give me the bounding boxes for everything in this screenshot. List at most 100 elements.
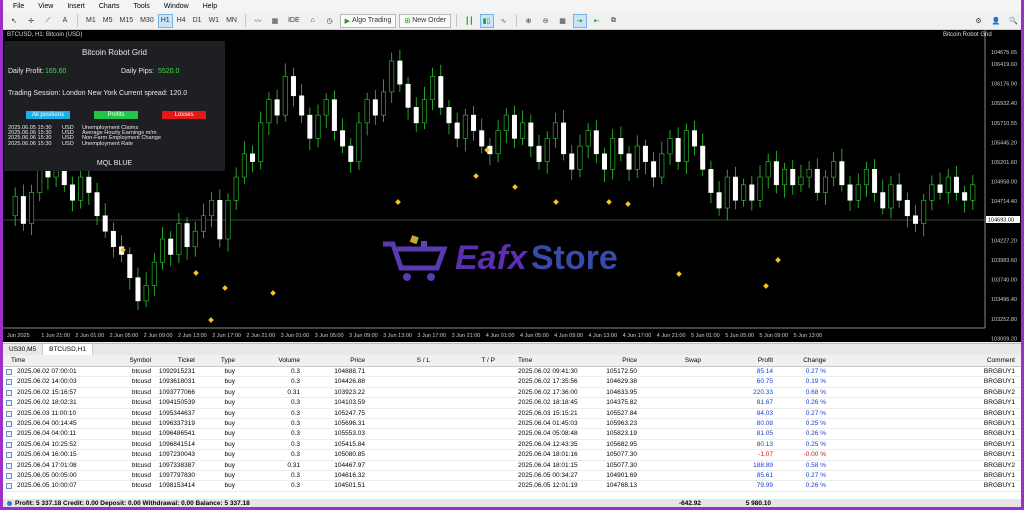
table-row[interactable]: 2025.06.02 18:02:31 btcusd 1094150539 buy 0.… — [3, 398, 1021, 409]
header-swap[interactable]: Swap — [663, 357, 701, 364]
time-tick-label: 5 Jun 05:00 — [725, 333, 754, 339]
menu-file[interactable]: File — [13, 3, 24, 10]
candle-body — [299, 95, 305, 116]
candle-body — [544, 138, 550, 162]
screenshot-icon[interactable]: ⧉ — [607, 14, 621, 28]
template-icon[interactable]: ▦ — [268, 14, 282, 28]
losses-button[interactable]: Losses — [162, 111, 206, 119]
trade-marker — [763, 283, 769, 289]
line-tool-icon[interactable]: ⟋ — [41, 14, 55, 28]
cell-ticket: 1097230043 — [158, 451, 195, 459]
candle-body — [798, 176, 804, 186]
header-price[interactable]: Price — [323, 357, 365, 364]
table-row[interactable]: 2025.06.04 04:00:11 btcusd 1096486541 buy 0.… — [3, 429, 1021, 440]
daily-profit-value: 165.60 — [45, 68, 67, 75]
line-chart-icon[interactable]: ∿ — [497, 14, 511, 28]
header-sl[interactable]: S / L — [398, 357, 430, 364]
header-ticket[interactable]: Ticket — [153, 357, 195, 364]
candle-chart-icon[interactable]: ▮▯ — [479, 13, 494, 28]
timeframe-w1[interactable]: W1 — [206, 14, 223, 28]
candle-body — [413, 107, 419, 124]
menu-help[interactable]: Help — [203, 3, 217, 10]
header-price2[interactable]: Price — [595, 357, 637, 364]
trade-marker — [222, 285, 228, 291]
menu-charts[interactable]: Charts — [99, 3, 120, 10]
search-icon[interactable]: 🔍 — [1006, 14, 1021, 28]
table-row[interactable]: 2025.06.05 10:00:07 btcusd 1098153414 buy 0.… — [3, 481, 1021, 492]
indicator-icon[interactable]: 〰 — [251, 14, 265, 28]
candle-body — [266, 99, 272, 124]
cell-change: -0.00 % — [803, 451, 826, 459]
candle-body — [577, 145, 583, 170]
table-row[interactable]: 2025.06.04 17:01:08 btcusd 1097338387 buy 0.… — [3, 461, 1021, 471]
table-row[interactable]: 2025.06.04 16:00:15 btcusd 1097230043 buy 0.… — [3, 450, 1021, 461]
signals-icon[interactable]: ◷ — [323, 14, 337, 28]
timeframe-m30[interactable]: M30 — [137, 14, 157, 28]
timeframe-m5[interactable]: M5 — [100, 14, 116, 28]
header-change[interactable]: Change — [793, 357, 826, 364]
candle-body — [782, 169, 788, 186]
candle-body — [258, 122, 264, 162]
candle-body — [438, 76, 444, 108]
header-comment[interactable]: Comment — [973, 357, 1015, 364]
candle-body — [773, 161, 779, 186]
chart-shift-icon[interactable]: ⇤ — [590, 14, 604, 28]
trade-marker — [208, 317, 214, 323]
timeframe-h4[interactable]: H4 — [174, 14, 189, 28]
candle-body — [225, 199, 231, 240]
timeframe-h1[interactable]: H1 — [157, 13, 173, 28]
home-icon[interactable]: ⌂ — [306, 14, 320, 28]
menu-window[interactable]: Window — [164, 3, 189, 10]
history-table: Time Symbol Ticket Type Volume Price S / L T / … — [3, 356, 1021, 499]
bar-chart-icon[interactable]: ┃┃ — [462, 14, 476, 28]
profits-button[interactable]: Profits — [94, 111, 138, 119]
table-row[interactable]: 2025.06.04 10:25:52 btcusd 1096841514 buy 0.… — [3, 440, 1021, 451]
chart-title: BTCUSD, H1: Bitcoin (USD) — [7, 32, 83, 38]
menu-tools[interactable]: Tools — [133, 3, 149, 10]
menu-insert[interactable]: Insert — [67, 3, 85, 10]
chart-tab[interactable]: BTCUSD,H1 — [43, 344, 93, 355]
cell-change: 0.26 % — [805, 482, 826, 490]
account-icon[interactable]: 👤 — [989, 14, 1004, 28]
crosshair-icon[interactable]: ✛ — [24, 14, 38, 28]
table-row[interactable]: 2025.06.05 00:05:00 btcusd 1097797830 buy 0.… — [3, 471, 1021, 482]
header-time2[interactable]: Time — [518, 357, 598, 364]
menu-view[interactable]: View — [38, 3, 53, 10]
header-type[interactable]: Type — [203, 357, 235, 364]
ide-button[interactable]: IDE — [285, 14, 303, 28]
grid-icon[interactable]: ▦ — [556, 14, 570, 28]
candle-body — [430, 76, 436, 100]
zoom-out-icon[interactable]: ⊖ — [539, 14, 553, 28]
algo-trading-button[interactable]: ▶ Algo Trading — [339, 13, 397, 28]
timeframe-m15[interactable]: M15 — [116, 14, 136, 28]
header-profit[interactable]: Profit — [743, 357, 773, 364]
candle-body — [78, 176, 84, 201]
all-positions-button[interactable]: All positions — [26, 111, 70, 119]
header-symbol[interactable]: Symbol — [103, 357, 151, 364]
cell-volume: 0.3 — [290, 419, 300, 427]
header-time[interactable]: Time — [11, 357, 91, 364]
table-row[interactable]: 2025.06.03 11:00:10 btcusd 1095344637 buy 0.… — [3, 409, 1021, 419]
table-row[interactable]: 2025.06.02 15:16:57 btcusd 1093777066 buy 0.… — [3, 388, 1021, 399]
timeframe-m1[interactable]: M1 — [83, 14, 99, 28]
play-icon: ▶ — [344, 17, 351, 25]
table-row[interactable]: 2025.06.04 00:14:45 btcusd 1096337319 buy 0.… — [3, 419, 1021, 430]
price-chart[interactable]: 104675.65 106419.60 106176.00 105932.40 1057… — [3, 30, 1021, 342]
cell-profit: 188.89 — [753, 461, 773, 469]
table-row[interactable]: 2025.06.02 07:00:01 btcusd 1092915231 buy 0.… — [3, 367, 1021, 378]
cell-change: 0.19 % — [805, 378, 826, 386]
header-tp[interactable]: T / P — [463, 357, 495, 364]
timeframe-mn[interactable]: MN — [223, 14, 240, 28]
table-row[interactable]: 2025.06.02 14:00:03 btcusd 1093618031 buy 0.… — [3, 377, 1021, 388]
header-volume[interactable]: Volume — [258, 357, 300, 364]
cell-time2: 2025.06.03 15:15:21 — [518, 409, 578, 417]
chart-tab[interactable]: US30,M5 — [3, 344, 44, 355]
timeframe-d1[interactable]: D1 — [190, 14, 205, 28]
new-order-button[interactable]: ⊞ New Order — [399, 13, 452, 28]
time-tick-label: 3 Jun 01:00 — [281, 333, 310, 339]
zoom-in-icon[interactable]: ⊕ — [522, 14, 536, 28]
text-tool-icon[interactable]: A — [58, 14, 72, 28]
autoscroll-icon[interactable]: ⇥ — [572, 13, 587, 28]
cursor-icon[interactable]: ↖ — [7, 14, 21, 28]
settings-icon[interactable]: ⚙ — [972, 14, 986, 28]
